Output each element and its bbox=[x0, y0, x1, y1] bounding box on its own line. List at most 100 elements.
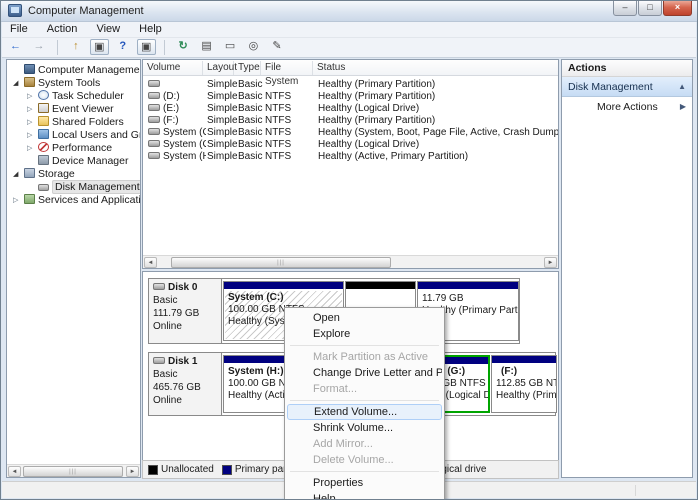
collapsed-icon[interactable]: ▷ bbox=[27, 92, 38, 100]
up-folder-icon[interactable]: ↑ bbox=[66, 39, 85, 55]
more-actions-item[interactable]: More Actions ▶ bbox=[562, 97, 692, 117]
menu-item-shrink-volume[interactable]: Shrink Volume... bbox=[287, 420, 442, 436]
disk-icon bbox=[153, 283, 165, 290]
volume-row[interactable]: System (G:) Simple Basic NTFS Healthy (L… bbox=[144, 139, 557, 151]
tree-item-device-manager[interactable]: Device Manager bbox=[27, 155, 128, 168]
properties-icon[interactable]: ▤ bbox=[197, 39, 216, 55]
menu-view[interactable]: View bbox=[88, 22, 128, 38]
volume-icon bbox=[148, 140, 160, 147]
scroll-right-icon[interactable]: ► bbox=[126, 466, 139, 477]
tree-item-label: Event Viewer bbox=[52, 103, 114, 115]
tree-item-label: Computer Management (Local) bbox=[38, 64, 141, 76]
tree-item-shared-folders[interactable]: ▷ Shared Folders bbox=[27, 116, 124, 129]
actions-panel: Actions Disk Management ▲ More Actions ▶ bbox=[561, 59, 693, 478]
menu-item-open[interactable]: Open bbox=[287, 310, 442, 326]
expanded-icon[interactable]: ◢ bbox=[13, 170, 24, 178]
collapsed-icon[interactable]: ▷ bbox=[27, 118, 38, 126]
volume-row[interactable]: (E:) Simple Basic NTFS Healthy (Logical … bbox=[144, 103, 557, 115]
storage-icon bbox=[24, 168, 35, 178]
collapsed-icon[interactable]: ▷ bbox=[27, 105, 38, 113]
volume-list-horizontal-scrollbar[interactable]: ◄ ||| ► bbox=[143, 255, 558, 268]
tree-item-label: Shared Folders bbox=[52, 116, 124, 128]
show-console-tree-icon[interactable]: ▣ bbox=[90, 39, 109, 55]
collapse-icon[interactable]: ▲ bbox=[678, 82, 686, 91]
volume-icon bbox=[148, 104, 160, 111]
menu-item-properties[interactable]: Properties bbox=[287, 475, 442, 491]
scrollbar-thumb[interactable]: ||| bbox=[23, 466, 123, 477]
scrollbar-thumb[interactable]: ||| bbox=[171, 257, 391, 268]
primary-partition-swatch bbox=[222, 465, 232, 475]
close-button[interactable]: × bbox=[663, 1, 692, 16]
tree-item-label: Performance bbox=[52, 142, 112, 154]
disk-size: 465.76 GB bbox=[153, 381, 217, 394]
actions-header: Actions bbox=[562, 60, 692, 77]
toolbar-separator bbox=[164, 40, 165, 55]
expanded-icon[interactable]: ◢ bbox=[13, 79, 24, 87]
event-viewer-icon bbox=[38, 103, 49, 113]
volume-icon bbox=[148, 128, 160, 135]
collapsed-icon[interactable]: ▷ bbox=[27, 144, 38, 152]
tree-item-local-users-and-groups[interactable]: ▷Local Users and Groups bbox=[27, 129, 141, 142]
collapsed-icon[interactable]: ▷ bbox=[13, 196, 24, 204]
column-header-status[interactable]: Status bbox=[313, 61, 558, 75]
menu-item-explore[interactable]: Explore bbox=[287, 326, 442, 342]
menu-item-extend-volume[interactable]: Extend Volume... bbox=[287, 404, 442, 420]
tree-item-services-and-applications[interactable]: ▷ Services and Applications bbox=[13, 194, 141, 207]
column-header-type[interactable]: Type bbox=[234, 61, 261, 75]
search-icon[interactable]: ◎ bbox=[244, 39, 263, 55]
scroll-left-icon[interactable]: ◄ bbox=[144, 257, 157, 268]
menu-item-change-drive-letter[interactable]: Change Drive Letter and Paths... bbox=[287, 365, 442, 381]
forward-icon[interactable]: → bbox=[29, 39, 48, 55]
volume-row[interactable]: (F:) Simple Basic NTFS Healthy (Primary … bbox=[144, 115, 557, 127]
volume-row[interactable]: (D:) Simple Basic NTFS Healthy (Primary … bbox=[144, 91, 557, 103]
scroll-right-icon[interactable]: ► bbox=[544, 257, 557, 268]
column-header-layout[interactable]: Layout bbox=[203, 61, 234, 75]
minimize-button[interactable]: – bbox=[613, 1, 637, 16]
tree-horizontal-scrollbar[interactable]: ◄ ||| ► bbox=[7, 464, 140, 477]
menu-item-help[interactable]: Help bbox=[287, 491, 442, 500]
tree-item-system-tools[interactable]: ◢ System Tools bbox=[13, 77, 100, 90]
partition-f[interactable]: (F:) 112.85 GB NTFS Healthy (Primary Par… bbox=[491, 355, 557, 413]
column-header-volume[interactable]: Volume bbox=[143, 61, 203, 75]
primary-partition-bar bbox=[492, 356, 556, 364]
menu-file[interactable]: File bbox=[2, 22, 36, 38]
volume-row[interactable]: System (H:) Simple Basic NTFS Healthy (A… bbox=[144, 151, 557, 163]
refresh-icon[interactable]: ↻ bbox=[174, 39, 193, 55]
disk-settings-icon[interactable]: ✎ bbox=[267, 39, 286, 55]
back-icon[interactable]: ← bbox=[6, 39, 25, 55]
volume-row[interactable]: System (C:) Simple Basic NTFS Healthy (S… bbox=[144, 127, 557, 139]
disk-status: Online bbox=[153, 394, 217, 407]
legend-item: Unallocated bbox=[148, 464, 214, 475]
disk-0-label[interactable]: Disk 0 Basic 111.79 GB Online bbox=[149, 279, 222, 343]
collapsed-icon[interactable]: ▷ bbox=[27, 131, 38, 139]
tree-item-performance[interactable]: ▷ Performance bbox=[27, 142, 112, 155]
primary-partition-bar bbox=[418, 282, 518, 290]
column-header-file-system[interactable]: File System bbox=[261, 61, 313, 75]
scroll-left-icon[interactable]: ◄ bbox=[8, 466, 21, 477]
volume-icon bbox=[148, 116, 160, 123]
device-manager-icon bbox=[38, 155, 49, 165]
menu-item-mark-partition-active: Mark Partition as Active bbox=[287, 349, 442, 365]
menu-help[interactable]: Help bbox=[131, 22, 170, 38]
actions-group-disk-management[interactable]: Disk Management ▲ bbox=[562, 77, 692, 97]
tree-item-label: Services and Applications bbox=[38, 194, 141, 206]
help-icon[interactable]: ? bbox=[113, 39, 132, 55]
volume-row[interactable]: Simple Basic Healthy (Primary Partition) bbox=[144, 79, 557, 91]
status-bar-divider bbox=[635, 485, 636, 496]
disk-1-label[interactable]: Disk 1 Basic 465.76 GB Online bbox=[149, 353, 222, 415]
task-scheduler-icon bbox=[38, 90, 49, 100]
computer-management-window: Computer Management – □ × File Action Vi… bbox=[0, 0, 698, 500]
tree-item-computer-management[interactable]: Computer Management (Local) bbox=[13, 64, 141, 77]
menu-action[interactable]: Action bbox=[39, 22, 86, 38]
open-folder-icon[interactable]: ▭ bbox=[221, 39, 240, 55]
tree-item-label: System Tools bbox=[38, 77, 100, 89]
performance-icon bbox=[38, 142, 49, 152]
tree-item-disk-management[interactable]: Disk Management bbox=[27, 181, 141, 194]
tree-item-label: Task Scheduler bbox=[52, 90, 124, 102]
maximize-button[interactable]: □ bbox=[638, 1, 662, 16]
tree-item-event-viewer[interactable]: ▷ Event Viewer bbox=[27, 103, 114, 116]
tree-item-task-scheduler[interactable]: ▷ Task Scheduler bbox=[27, 90, 124, 103]
show-action-pane-icon[interactable]: ▣ bbox=[137, 39, 156, 55]
menu-item-format: Format... bbox=[287, 381, 442, 397]
title-bar[interactable]: Computer Management – □ × bbox=[1, 1, 697, 22]
